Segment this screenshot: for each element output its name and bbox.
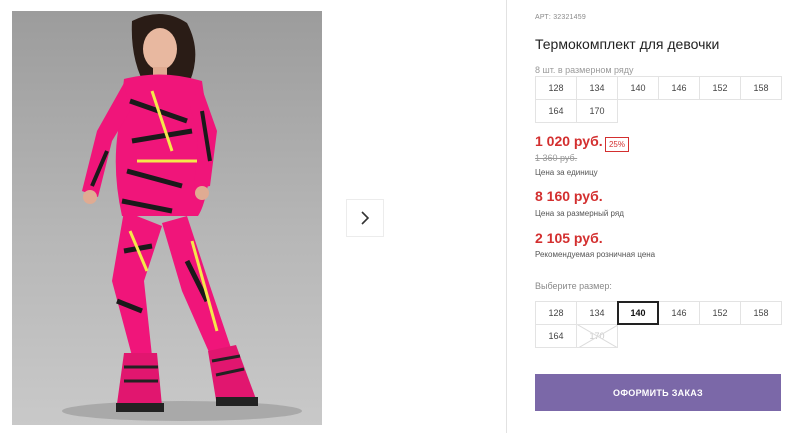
size-option-140[interactable]: 140 — [617, 301, 659, 325]
size-option-158[interactable]: 158 — [740, 301, 782, 325]
size-option-164[interactable]: 164 — [535, 324, 577, 348]
product-title: Термокомплект для девочки — [535, 36, 720, 52]
size-option-134[interactable]: 134 — [576, 301, 618, 325]
order-button[interactable]: ОФОРМИТЬ ЗАКАЗ — [535, 374, 781, 411]
size-option-146[interactable]: 146 — [658, 301, 700, 325]
pack-size-cell: 128 — [535, 76, 577, 100]
size-option-152[interactable]: 152 — [699, 301, 741, 325]
product-gallery — [0, 0, 507, 433]
choose-size-label: Выберите размер: — [535, 281, 612, 291]
retail-price: 2 105 руб. — [535, 230, 603, 246]
retail-price-caption: Рекомендуемая розничная цена — [535, 250, 656, 259]
pack-size-cell: 170 — [576, 99, 618, 123]
product-photo[interactable] — [12, 11, 322, 425]
pack-size-cell: 134 — [576, 76, 618, 100]
pack-size-cell: 158 — [740, 76, 782, 100]
size-option-128[interactable]: 128 — [535, 301, 577, 325]
discount-badge: 25% — [605, 137, 629, 152]
row-price: 8 160 руб. — [535, 188, 603, 204]
pack-size-cell: 140 — [617, 76, 659, 100]
unit-price-caption: Цена за единицу — [535, 168, 598, 177]
unit-price: 1 020 руб. — [535, 133, 603, 149]
pack-size-cell: 152 — [699, 76, 741, 100]
chevron-right-icon — [361, 211, 370, 225]
pack-size-cell: 146 — [658, 76, 700, 100]
size-selector: 128 134 140 146 152 158 164 170 — [535, 301, 782, 348]
pack-note: 8 шт. в размерном ряду — [535, 65, 634, 75]
row-price-caption: Цена за размерный ряд — [535, 209, 624, 218]
girl-in-thermal-set-illustration — [62, 13, 302, 421]
pack-size-grid: 128 134 140 146 152 158 164 170 — [535, 76, 782, 123]
article-number: АРТ: 32321459 — [535, 14, 586, 21]
size-option-170: 170 — [576, 324, 618, 348]
pack-size-cell: 164 — [535, 99, 577, 123]
gallery-next-button[interactable] — [346, 199, 384, 237]
old-price: 1 360 руб. — [535, 153, 578, 163]
